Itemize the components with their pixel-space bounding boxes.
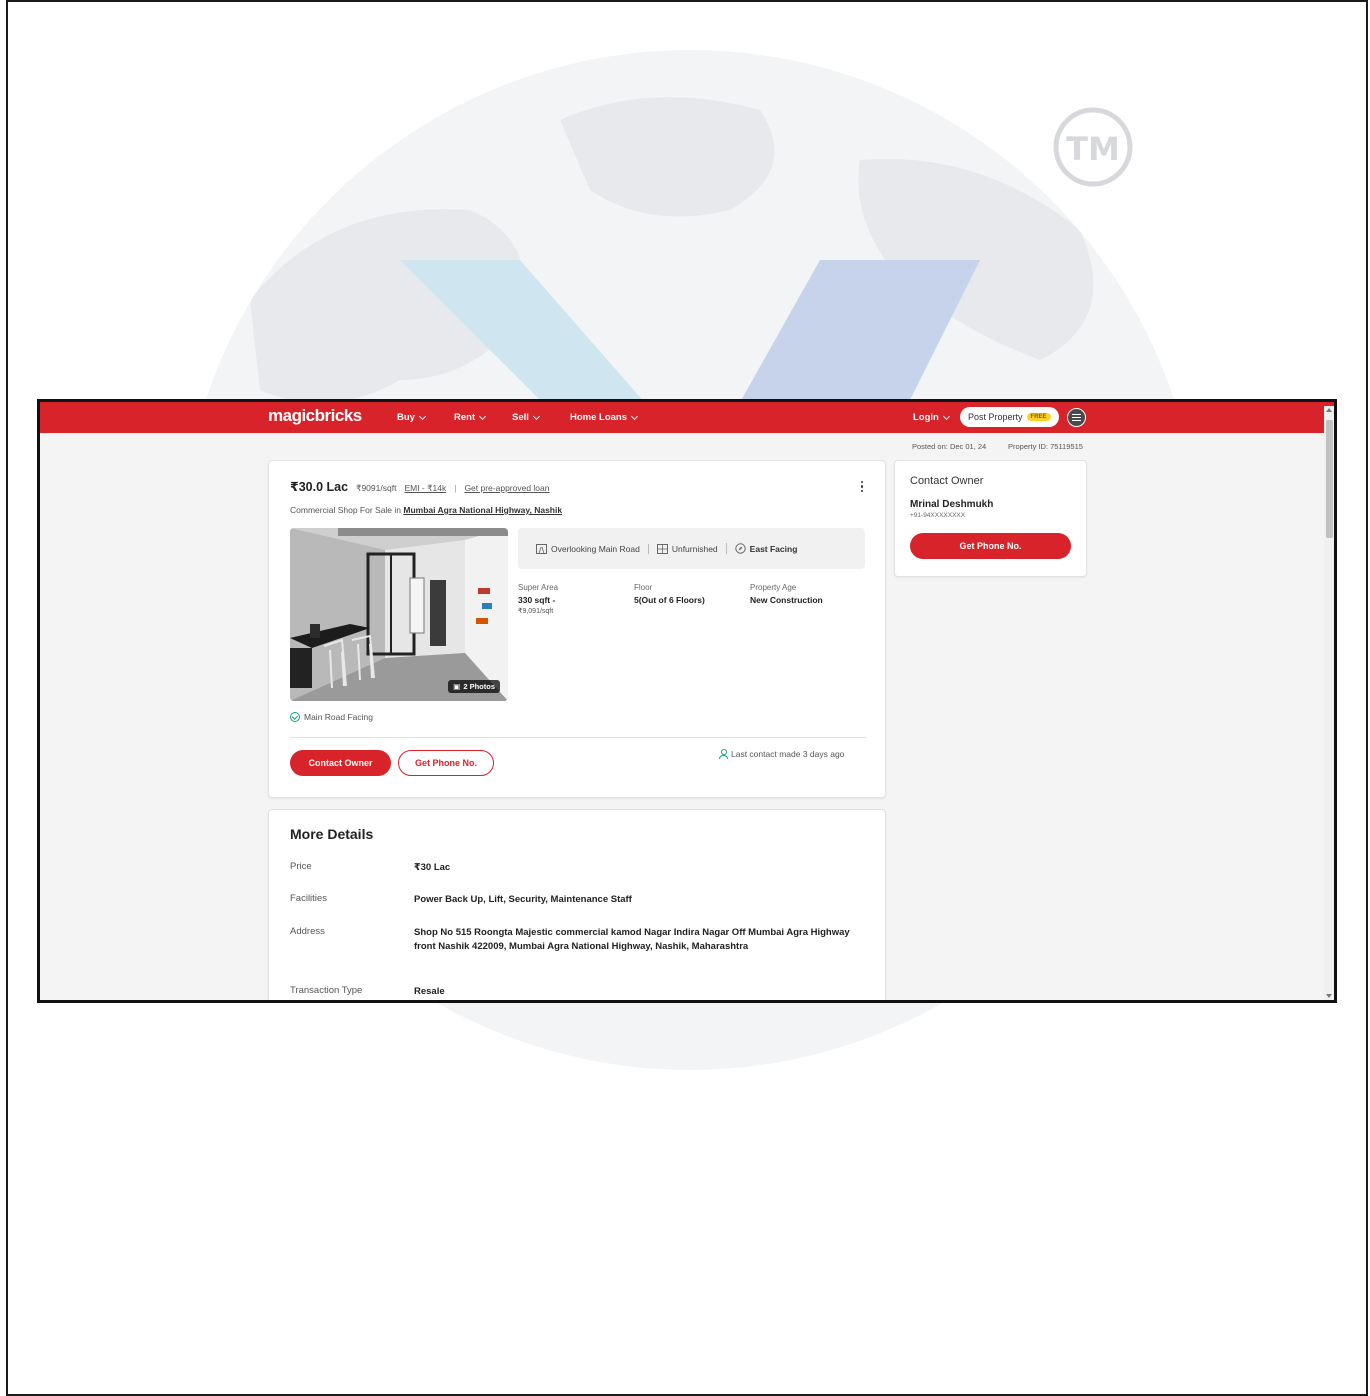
user-icon: [718, 749, 728, 759]
contact-owner-card: Contact Owner Mrinal Deshmukh +91-94XXXX…: [894, 460, 1087, 577]
detail-value: ₹30 Lac: [414, 862, 451, 873]
get-phone-button[interactable]: Get Phone No.: [398, 750, 494, 776]
detail-value: Resale: [414, 986, 445, 997]
owner-name: Mrinal Deshmukh: [910, 499, 994, 510]
feature-furnishing-label: Unfurnished: [671, 543, 718, 554]
compass-icon: [734, 543, 746, 554]
super-area-label: Super Area: [518, 583, 559, 592]
road-view-icon: [536, 543, 547, 554]
posted-on: Posted on: Dec 01, 24: [912, 442, 987, 451]
feature-furnishing: Unfurnished: [647, 543, 726, 554]
detail-label: Address: [290, 926, 325, 937]
nav-sell[interactable]: Sell: [512, 412, 540, 423]
scroll-up-arrow-icon[interactable]: [1326, 408, 1332, 412]
shop-interior-image: [290, 528, 508, 701]
floor-value: 5(Out of 6 Floors): [634, 595, 705, 605]
feature-facing: East Facing: [725, 543, 806, 554]
chevron-down-icon: [418, 412, 426, 420]
features-strip: Overlooking Main Road Unfurnished East F…: [518, 528, 865, 569]
chevron-down-icon: [479, 412, 487, 420]
owner-phone-masked: +91-94XXXXXXXX: [910, 512, 966, 519]
last-contact-info: Last contact made 3 days ago: [718, 749, 844, 759]
more-options-icon[interactable]: [861, 481, 864, 493]
hamburger-menu-icon[interactable]: [1067, 408, 1086, 427]
attr-floor: Floor 5(Out of 6 Floors): [634, 583, 705, 605]
login-menu[interactable]: Login: [913, 412, 950, 423]
login-label: Login: [913, 412, 939, 423]
last-contact-label: Last contact made 3 days ago: [731, 749, 845, 759]
contact-owner-button[interactable]: Contact Owner: [290, 750, 391, 776]
nav-rent-label: Rent: [454, 412, 476, 423]
listing-subtitle: Commercial Shop For Sale in Mumbai Agra …: [290, 505, 562, 515]
property-age-value: New Construction: [750, 595, 823, 605]
page-scrollbar[interactable]: [1324, 406, 1334, 1000]
more-details-title: More Details: [290, 826, 374, 842]
nav-rent[interactable]: Rent: [454, 412, 487, 423]
detail-label: Price: [290, 861, 312, 872]
furniture-icon: [656, 543, 668, 554]
feature-facing-label: East Facing: [749, 543, 798, 554]
listing-card: ₹30.0 Lac ₹9091/sqft EMI - ₹14k | Get pr…: [268, 460, 886, 798]
highlight-label: Main Road Facing: [304, 712, 373, 722]
chevron-down-icon: [532, 412, 540, 420]
location-link[interactable]: Mumbai Agra National Highway, Nashik: [403, 505, 562, 515]
emi-link[interactable]: EMI - ₹14k: [404, 483, 446, 494]
nav-home-loans[interactable]: Home Loans: [570, 412, 639, 423]
free-badge: FREE: [1026, 413, 1051, 421]
price-row: ₹30.0 Lac ₹9091/sqft EMI - ₹14k | Get pr…: [290, 479, 550, 494]
super-area-value: 330 sqft -: [518, 595, 556, 605]
chevron-down-icon: [942, 412, 950, 420]
property-photo[interactable]: ▣ 2 Photos: [290, 528, 508, 701]
contact-card-get-phone-button[interactable]: Get Phone No.: [910, 533, 1071, 559]
scroll-down-arrow-icon[interactable]: [1326, 994, 1332, 998]
feature-overlooking-label: Overlooking Main Road: [551, 543, 640, 554]
property-id: Property ID: 75119515: [1008, 442, 1083, 451]
detail-row-transaction-type: Transaction Type Resale: [290, 985, 854, 999]
top-navbar: magicbricks Buy Rent Sell Home Loans Log…: [40, 402, 1334, 433]
attr-super-area: Super Area 330 sqft - ₹9,091/sqft: [518, 583, 558, 615]
detail-value: Power Back Up, Lift, Security, Maintenan…: [414, 894, 632, 905]
scrollbar-thumb[interactable]: [1326, 420, 1333, 538]
detail-row-price: Price ₹30 Lac: [290, 861, 854, 875]
divider: [290, 737, 866, 738]
nav-buy-label: Buy: [397, 412, 415, 423]
nav-sell-label: Sell: [512, 412, 529, 423]
detail-row-facilities: Facilities Power Back Up, Lift, Security…: [290, 893, 854, 907]
super-area-rate: ₹9,091/sqft: [518, 608, 554, 615]
post-property-label: Post Property: [968, 412, 1023, 422]
contact-card-title: Contact Owner: [910, 475, 984, 487]
gallery-icon: ▣: [453, 682, 461, 691]
subtitle-prefix: Commercial Shop For Sale in: [290, 505, 402, 515]
attr-property-age: Property Age New Construction: [750, 583, 823, 605]
browser-screenshot: magicbricks Buy Rent Sell Home Loans Log…: [37, 399, 1337, 1003]
property-age-label: Property Age: [750, 583, 797, 592]
detail-label: Transaction Type: [290, 985, 363, 996]
price-per-sqft: ₹9091/sqft: [356, 483, 397, 493]
floor-label: Floor: [634, 583, 653, 592]
highlight-tag: Main Road Facing: [290, 712, 373, 722]
check-circle-icon: [290, 712, 300, 722]
detail-label: Facilities: [290, 893, 327, 904]
detail-value: Shop No 515 Roongta Majestic commercial …: [414, 927, 850, 952]
magicbricks-logo[interactable]: magicbricks: [268, 406, 362, 426]
nav-home-loans-label: Home Loans: [570, 412, 628, 423]
photos-count-label: 2 Photos: [463, 682, 495, 691]
detail-row-address: Address Shop No 515 Roongta Majestic com…: [290, 926, 854, 953]
more-details-card: More Details Price ₹30 Lac Facilities Po…: [268, 809, 886, 1000]
listing-price: ₹30.0 Lac: [290, 480, 349, 494]
chevron-down-icon: [630, 412, 639, 420]
separator: |: [454, 483, 457, 493]
photos-count-badge[interactable]: ▣ 2 Photos: [448, 680, 500, 693]
nav-buy[interactable]: Buy: [397, 412, 426, 423]
post-property-button[interactable]: Post Property FREE: [960, 407, 1059, 427]
pre-approved-loan-link[interactable]: Get pre-approved loan: [464, 483, 549, 493]
feature-overlooking: Overlooking Main Road: [528, 543, 648, 554]
